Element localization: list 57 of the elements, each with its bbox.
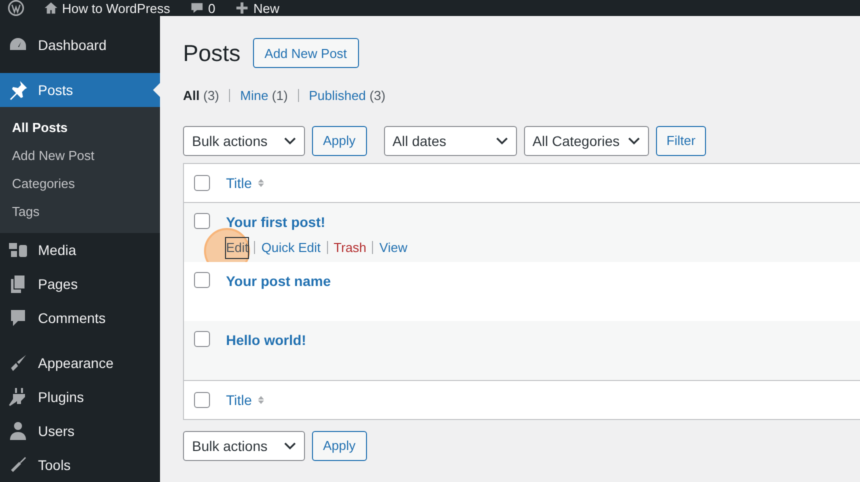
row-action-link[interactable]: Edit <box>226 238 248 258</box>
sidebar-item[interactable]: Plugins <box>0 380 160 414</box>
submenu-item[interactable]: Add New Post <box>0 142 160 170</box>
plus-icon <box>235 1 250 15</box>
post-title-link[interactable]: Your first post! <box>226 212 408 233</box>
row-checkbox[interactable] <box>194 331 210 347</box>
comment-bubble-icon <box>190 1 204 15</box>
view-filter-link[interactable]: All (3) <box>183 86 220 105</box>
row-checkbox[interactable] <box>194 175 210 191</box>
post-title-link[interactable]: Hello world! <box>226 330 306 351</box>
sidebar-item[interactable]: Comments <box>0 301 160 335</box>
row-action-link[interactable]: Quick Edit <box>261 238 321 258</box>
chevron-down-icon <box>284 137 296 145</box>
media-icon <box>8 240 28 260</box>
add-new-post-button[interactable]: Add New Post <box>252 38 359 68</box>
pushpin-icon <box>8 80 28 100</box>
sidebar-item[interactable]: Dashboard <box>0 28 160 62</box>
sidebar-item[interactable]: Pages <box>0 267 160 301</box>
row-checkbox[interactable] <box>194 272 210 288</box>
row-action-link[interactable]: Trash <box>334 238 366 258</box>
sidebar-item[interactable]: Posts <box>0 73 160 107</box>
admin-bar-label[interactable]: How to WordPress <box>62 2 170 14</box>
submenu-item[interactable]: Tags <box>0 198 160 226</box>
chevron-down-icon <box>496 137 508 145</box>
sidebar-item[interactable]: Tools <box>0 448 160 482</box>
apply-button[interactable]: Apply <box>312 126 367 156</box>
chevron-down-icon <box>284 442 296 450</box>
wordpress-logo-icon <box>8 0 24 16</box>
row-checkbox[interactable] <box>194 392 210 408</box>
apply-button[interactable]: Apply <box>312 431 367 461</box>
row-action-link[interactable]: View <box>379 238 408 258</box>
view-filter-link[interactable]: Published (3) <box>308 86 386 105</box>
bulk-actions-dropdown[interactable]: Bulk actions <box>183 126 305 156</box>
plug-icon <box>8 387 28 407</box>
user-icon <box>8 421 28 441</box>
sidebar-item[interactable]: Media <box>0 233 160 267</box>
column-sort-link[interactable]: Title <box>226 172 252 194</box>
view-filter-link[interactable]: Mine (1) <box>240 86 288 105</box>
submenu-item[interactable]: All Posts <box>0 114 160 142</box>
category-filter-dropdown[interactable]: All Categories <box>524 126 649 156</box>
post-title-link[interactable]: Your post name <box>226 271 331 292</box>
admin-bar-label[interactable]: 0 <box>208 2 216 14</box>
current-menu-pointer <box>153 83 160 97</box>
submenu-item[interactable]: Categories <box>0 170 160 198</box>
home-icon <box>44 1 58 15</box>
speech-bubble-icon <box>8 308 28 328</box>
row-checkbox[interactable] <box>194 213 210 229</box>
page-title: Posts <box>183 39 241 68</box>
chevron-down-icon <box>628 137 640 145</box>
paintbrush-icon <box>8 353 28 373</box>
sidebar-item[interactable]: Appearance <box>0 346 160 380</box>
sidebar-item[interactable]: Users <box>0 414 160 448</box>
bulk-actions-dropdown[interactable]: Bulk actions <box>183 431 305 461</box>
column-sort-link[interactable]: Title <box>226 390 252 410</box>
date-filter-dropdown[interactable]: All dates <box>384 126 517 156</box>
admin-bar-label[interactable]: New <box>253 2 280 14</box>
filter-button[interactable]: Filter <box>656 126 706 156</box>
